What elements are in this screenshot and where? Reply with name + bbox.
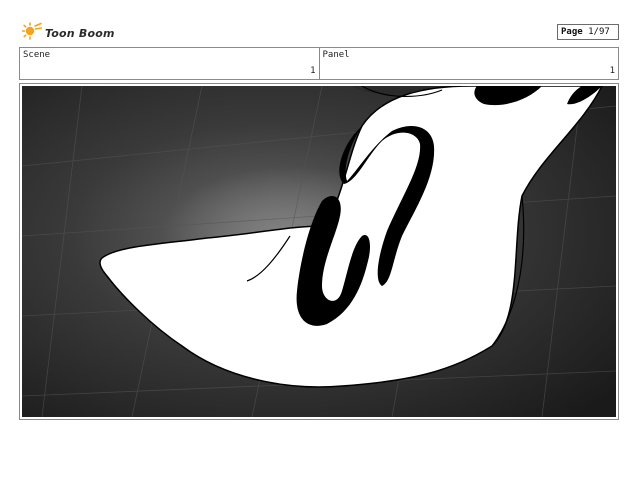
scene-value: 1 — [310, 66, 316, 76]
page-label: Page — [561, 27, 583, 37]
toon-boom-logo: Toon Boom — [21, 22, 115, 44]
panel-label: Panel — [322, 50, 350, 60]
storyboard-panel — [19, 83, 619, 420]
logo-text: Toon Boom — [45, 26, 115, 40]
page-number: 1/97 — [588, 27, 610, 37]
scene-panel-info: Scene 1 Panel 1 — [19, 47, 619, 80]
page-indicator: Page 1/97 — [557, 24, 619, 40]
panel-value: 1 — [609, 66, 615, 76]
toon-boom-logo-icon — [21, 22, 43, 44]
storyboard-drawing — [22, 86, 616, 417]
scene-cell: Scene 1 — [20, 48, 319, 79]
scene-label: Scene — [23, 50, 51, 60]
panel-cell: Panel 1 — [318, 48, 619, 79]
